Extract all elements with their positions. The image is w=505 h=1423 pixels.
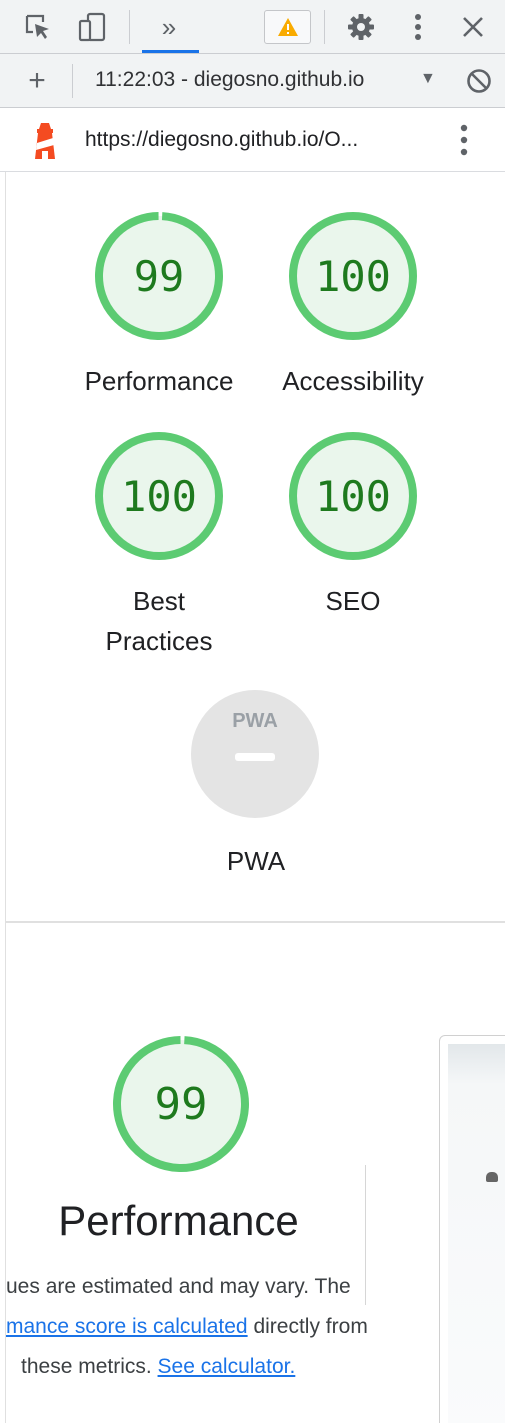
report-select[interactable]: 11:22:03 - diegosno.github.io: [95, 68, 364, 92]
gauge-label: Practices: [105, 626, 213, 656]
more-vertical-icon[interactable]: [399, 8, 437, 46]
lighthouse-report: 99 Performance 100 Accessibility 100 Bes…: [5, 172, 505, 1423]
performance-description: ues are estimated and may vary. The: [6, 1275, 351, 1298]
add-report-button[interactable]: +: [18, 62, 56, 100]
description-text: directly from: [247, 1315, 368, 1338]
gauge-best-practices[interactable]: 100: [93, 430, 225, 562]
gauge-accessibility[interactable]: 100: [287, 210, 419, 342]
pwa-badge[interactable]: PWA: [191, 690, 319, 818]
more-tabs-button[interactable]: »: [150, 8, 188, 46]
report-url[interactable]: https://diegosno.github.io/O...: [85, 128, 358, 152]
chevron-down-icon[interactable]: ▼: [420, 70, 436, 88]
plus-icon: +: [28, 64, 46, 97]
screenshot-image: R: [448, 1044, 505, 1423]
more-tabs-label: »: [161, 11, 177, 42]
pwa-badge-text: PWA: [232, 710, 278, 732]
gauge-label: Performance: [84, 366, 234, 396]
report-url-bar: https://diegosno.github.io/O...: [0, 108, 505, 172]
device-toolbar-icon[interactable]: [73, 8, 111, 46]
performance-description: these metrics. See calculator.: [21, 1355, 295, 1379]
clear-block-icon[interactable]: [460, 62, 498, 100]
gauge-score: 100: [315, 251, 391, 301]
close-icon[interactable]: [454, 8, 492, 46]
inspect-element-icon[interactable]: [19, 8, 57, 46]
lighthouse-report-bar: + 11:22:03 - diegosno.github.io ▼: [0, 54, 505, 108]
performance-section-gauge: 99: [111, 1034, 251, 1174]
performance-title: Performance: [58, 1197, 299, 1244]
warning-icon: [277, 18, 298, 36]
gauge-label: Best: [132, 586, 186, 616]
gauge-label: PWA: [226, 846, 286, 876]
gauge-score: 99: [154, 1078, 208, 1130]
performance-description: mance score is calculated directly from: [6, 1315, 368, 1339]
gauge-score: 100: [121, 471, 197, 521]
description-text: these metrics.: [21, 1355, 158, 1378]
final-screenshot-thumbnail[interactable]: R: [439, 1035, 505, 1423]
issues-button[interactable]: [264, 10, 311, 44]
gauge-label: Accessibility: [282, 366, 424, 396]
toolbar-separator: [129, 10, 130, 44]
screenshot-icon: [486, 1172, 498, 1182]
gauge-seo[interactable]: 100: [287, 430, 419, 562]
see-calculator-link[interactable]: See calculator.: [158, 1355, 296, 1378]
active-tab-indicator: [142, 50, 199, 53]
gear-icon[interactable]: [342, 8, 380, 46]
more-vertical-icon[interactable]: [460, 124, 468, 156]
pwa-dash-icon: [235, 753, 275, 761]
score-calculated-link[interactable]: mance score is calculated: [6, 1315, 248, 1338]
gauge-performance[interactable]: 99: [93, 210, 225, 342]
gauge-label: SEO: [325, 586, 381, 616]
devtools-toolbar: »: [0, 0, 505, 54]
gauge-score: 100: [315, 471, 391, 521]
section-divider: [6, 921, 505, 923]
column-separator: [365, 1165, 366, 1305]
lighthouse-icon: [35, 123, 55, 159]
gauge-score: 99: [133, 251, 185, 301]
toolbar-separator: [324, 10, 325, 44]
toolbar-separator: [72, 64, 73, 98]
